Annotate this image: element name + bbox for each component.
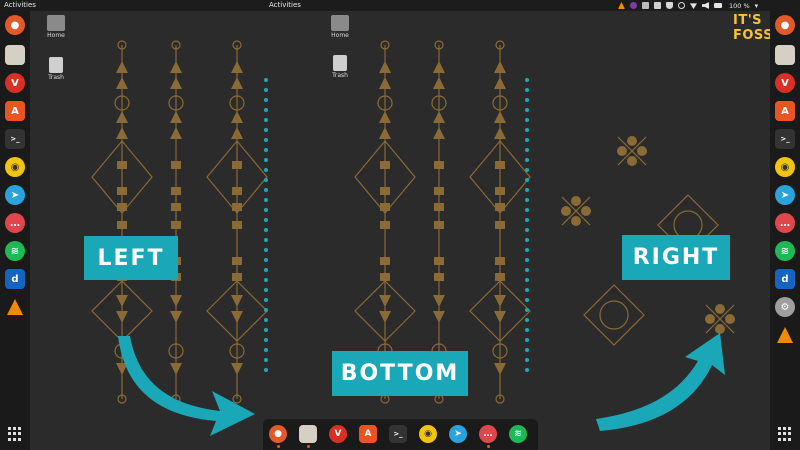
battery-icon[interactable] [714, 3, 722, 8]
spotify-icon[interactable]: ≋ [775, 241, 795, 261]
rhythmbox-icon[interactable]: ◉ [419, 425, 437, 443]
telegram-icon[interactable]: ➤ [449, 425, 467, 443]
desktop-icon-label: Trash [332, 72, 348, 79]
dock-left: ● V A >_ ◉ ➤ … ≋ d [0, 11, 30, 450]
tray-app-icon[interactable] [630, 2, 637, 9]
volume-icon[interactable] [702, 2, 709, 9]
screenshot-icon[interactable] [654, 2, 661, 9]
show-apps-icon[interactable] [778, 427, 792, 441]
desktop-icon-label: Trash [48, 74, 64, 81]
rocketchat-icon[interactable]: … [5, 213, 25, 233]
shield-icon[interactable] [666, 2, 673, 9]
firefox-icon[interactable]: ● [775, 15, 795, 35]
desktop-icon-home[interactable]: Home [41, 15, 71, 39]
terminal-icon[interactable]: >_ [5, 129, 25, 149]
software-center-icon[interactable]: A [359, 425, 377, 443]
arrow-to-right [596, 333, 725, 431]
activities-button-left[interactable]: Activities [4, 1, 36, 9]
top-panel: Activities Activities 100 % ▾ [0, 0, 800, 11]
vlc-icon[interactable] [775, 325, 795, 345]
dict-icon[interactable]: d [5, 269, 25, 289]
terminal-icon[interactable]: >_ [775, 129, 795, 149]
vlc-icon[interactable] [5, 297, 25, 317]
show-apps-icon[interactable] [8, 427, 22, 441]
running-indicator [487, 445, 490, 448]
callout-left: LEFT [84, 236, 178, 280]
callout-bottom: BOTTOM [332, 351, 468, 396]
vlc-tray-icon[interactable] [618, 2, 625, 9]
dock-right: ● V A >_ ◉ ➤ … ≋ d ⚙ [770, 11, 800, 450]
rhythmbox-icon[interactable]: ◉ [5, 157, 25, 177]
home-folder-icon [47, 15, 65, 31]
workspace-right: Home Trash RIGHT BOTTOM [300, 11, 770, 450]
rocketchat-icon[interactable]: … [775, 213, 795, 233]
files-icon[interactable] [5, 45, 25, 65]
dict-icon[interactable]: d [775, 269, 795, 289]
rocketchat-icon[interactable]: … [479, 425, 497, 443]
system-tray[interactable]: 100 % ▾ [618, 1, 758, 10]
telegram-icon[interactable]: ➤ [775, 185, 795, 205]
spotify-icon[interactable]: ≋ [509, 425, 527, 443]
callout-right: RIGHT [622, 235, 730, 280]
desktop-icon-label: Home [331, 32, 349, 39]
dock-bottom: ● V A >_ ◉ ➤ … ≋ [263, 419, 538, 450]
terminal-icon[interactable]: >_ [389, 425, 407, 443]
desktop-icon-trash-2[interactable]: Trash [325, 55, 355, 79]
dropbox-icon[interactable] [642, 2, 649, 9]
trash-icon [49, 57, 63, 73]
check-icon[interactable] [678, 2, 685, 9]
battery-percent: 100 % [729, 1, 750, 10]
desktop-icon-label: Home [47, 32, 65, 39]
files-icon[interactable] [775, 45, 795, 65]
power-menu-icon[interactable]: ▾ [755, 2, 759, 10]
activities-button-center[interactable]: Activities [269, 1, 301, 9]
spotify-icon[interactable]: ≋ [5, 241, 25, 261]
rhythmbox-icon[interactable]: ◉ [775, 157, 795, 177]
arrow-left-to-bottom [118, 336, 255, 436]
firefox-icon[interactable]: ● [269, 425, 287, 443]
vivaldi-icon[interactable]: V [5, 73, 25, 93]
wifi-icon[interactable] [690, 3, 697, 9]
firefox-icon[interactable]: ● [5, 15, 25, 35]
desktop-icon-trash[interactable]: Trash [41, 57, 71, 81]
software-center-icon[interactable]: A [775, 101, 795, 121]
trash-icon [333, 55, 347, 71]
desktop-icon-home-2[interactable]: Home [325, 15, 355, 39]
telegram-icon[interactable]: ➤ [5, 185, 25, 205]
vivaldi-icon[interactable]: V [775, 73, 795, 93]
software-center-icon[interactable]: A [5, 101, 25, 121]
home-folder-icon [331, 15, 349, 31]
running-indicator [277, 445, 280, 448]
files-icon[interactable] [299, 425, 317, 443]
settings-icon[interactable]: ⚙ [775, 297, 795, 317]
vivaldi-icon[interactable]: V [329, 425, 347, 443]
running-indicator [307, 445, 310, 448]
